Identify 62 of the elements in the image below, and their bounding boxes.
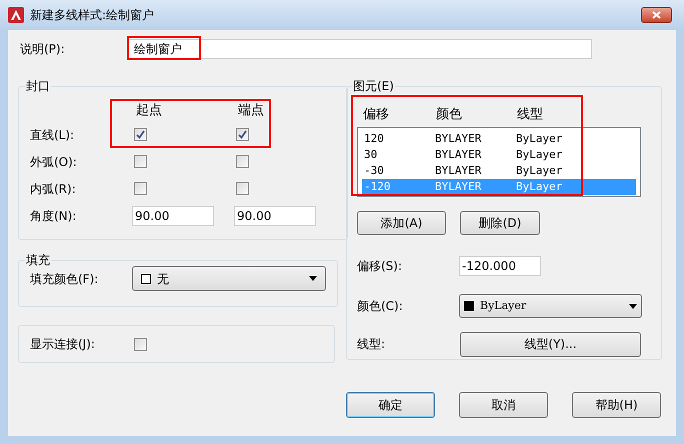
dialog-button[interactable]: 取消 (459, 392, 548, 418)
fill-color-dropdown[interactable]: 无 (132, 266, 326, 291)
checkbox[interactable] (236, 128, 249, 141)
offset-field[interactable]: -120.000 (459, 256, 541, 276)
checkbox[interactable] (134, 182, 147, 195)
checkbox[interactable] (134, 128, 147, 141)
show-joints-label: 显示连接(J): (30, 336, 96, 353)
row-label: 角度(N): (30, 208, 78, 224)
list-row[interactable]: 120 BYLAYER ByLayer (362, 131, 636, 147)
description-field[interactable]: 绘制窗户 (127, 39, 592, 59)
list-row[interactable]: 30 BYLAYER ByLayer (362, 147, 636, 163)
window-title: 新建多线样式:绘制窗户 (30, 7, 154, 24)
check-icon (238, 130, 247, 139)
color-label: 颜色(C): (357, 298, 404, 315)
close-button[interactable] (641, 7, 672, 23)
row-label: 外弧(O): (30, 154, 78, 170)
row-label: 直线(L): (30, 126, 76, 144)
linetype-label: 线型: (357, 336, 386, 353)
list-cell-text: BYLAYER (435, 130, 482, 147)
list-cell-text: ByLayer (516, 146, 562, 163)
list-cell-text: ByLayer (516, 130, 562, 147)
close-icon (652, 11, 661, 19)
checkbox[interactable] (236, 182, 249, 195)
column-header: 颜色 (436, 106, 463, 124)
list-cell-text: BYLAYER (435, 178, 482, 195)
row-label: 内弧(R): (30, 180, 77, 198)
app-logo-icon (8, 7, 24, 23)
column-header: 端点 (238, 102, 265, 120)
list-cell-text: 120 (363, 130, 385, 147)
list-cell-text: BYLAYER (435, 146, 482, 163)
color-dropdown[interactable]: ByLayer (459, 294, 642, 318)
description-label: 说明(P): (20, 41, 66, 58)
fill-title: 填充 (25, 252, 51, 269)
list-cell-text: ByLayer (516, 178, 562, 195)
dropdown-caret-icon (629, 304, 637, 308)
color-swatch-icon (464, 301, 474, 311)
checkbox[interactable] (134, 155, 147, 168)
color-swatch-icon (141, 274, 151, 284)
checkbox[interactable] (236, 155, 249, 168)
list-cell-text: ByLayer (516, 162, 562, 179)
start-angle-field[interactable]: 90.00 (132, 206, 214, 226)
caps-title: 封口 (25, 78, 51, 95)
column-header: 偏移 (363, 106, 390, 124)
column-header: 线型 (517, 106, 543, 124)
checkbox[interactable] (134, 338, 147, 350)
check-icon (136, 130, 145, 139)
dialog-button[interactable]: 确定 (346, 392, 435, 418)
offset-label: 偏移(S): (357, 258, 404, 275)
list-action-button[interactable]: 删除(D) (460, 211, 540, 235)
elements-title: 图元(E) (352, 78, 395, 95)
dropdown-caret-icon (309, 276, 317, 281)
list-cell-text: 30 (363, 146, 378, 163)
column-header: 起点 (136, 102, 163, 120)
end-angle-field[interactable]: 90.00 (234, 206, 316, 226)
linetype-button[interactable]: 线型(Y)... (460, 332, 641, 356)
list-cell-text: -120 (363, 178, 392, 195)
list-row[interactable]: -30 BYLAYER ByLayer (362, 163, 636, 179)
fill-color-label: 填充颜色(F): (30, 270, 100, 288)
list-action-button[interactable]: 添加(A) (357, 211, 446, 235)
list-cell-text: BYLAYER (435, 162, 482, 179)
dialog-button[interactable]: 帮助(H) (572, 392, 661, 418)
list-cell-text: -30 (363, 162, 385, 179)
